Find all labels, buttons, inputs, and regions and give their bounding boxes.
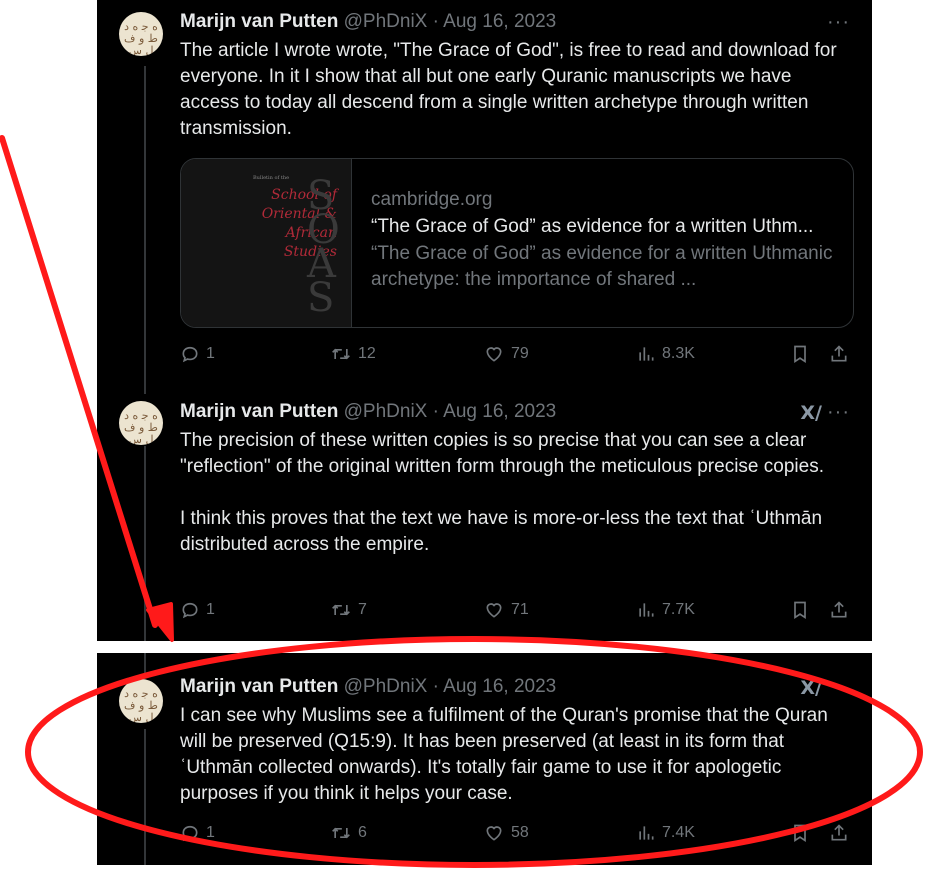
retweet-icon — [332, 348, 350, 360]
journal-bulletin-label: Bulletin of the — [253, 175, 290, 181]
card-domain: cambridge.org — [371, 189, 493, 210]
more-options-icon[interactable]: ··· — [827, 12, 850, 32]
views-button[interactable]: 7.4K — [636, 823, 695, 843]
tweet-3[interactable]: ﻩ ﺟ ﻩ ﺩ ﻁ ﻭ ﻑ ﻝ ﺱ Marijn van Putten @PhD… — [97, 653, 872, 865]
more-options-icon[interactable]: ··· — [827, 402, 850, 422]
thread-panel-top: ﻩ ﺟ ﻩ ﺩ ﻁ ﻭ ﻑ ﻝ ﺱ Marijn van Putten @PhD… — [97, 0, 872, 641]
action-bar: 1 6 58 7.4K — [180, 823, 850, 847]
views-button[interactable]: 7.7K — [636, 600, 695, 620]
like-count: 79 — [511, 345, 529, 362]
retweet-count: 6 — [358, 824, 367, 841]
card-thumbnail: Bulletin of the School of Oriental & Afr… — [181, 159, 352, 327]
bookmark-icon — [794, 345, 806, 364]
heart-icon — [486, 826, 502, 841]
author-name[interactable]: Marijn van Putten — [180, 11, 338, 32]
soas-logo: SOAS — [307, 173, 340, 321]
like-button[interactable]: 79 — [483, 344, 529, 364]
author-handle-date[interactable]: @PhDniX · Aug 16, 2023 — [344, 11, 557, 32]
views-count: 8.3K — [662, 345, 695, 362]
action-bar: 1 7 71 7.7K — [180, 600, 850, 624]
avatar[interactable]: ﻩ ﺟ ﻩ ﺩ ﻁ ﻭ ﻑ ﻝ ﺱ — [119, 12, 163, 56]
grok-icon[interactable]: X/ — [800, 403, 822, 423]
views-button[interactable]: 8.3K — [636, 344, 695, 364]
tweet-text: The article I wrote wrote, "The Grace of… — [180, 40, 842, 139]
share-button[interactable] — [829, 600, 849, 620]
reply-button[interactable]: 1 — [180, 344, 215, 364]
reply-icon — [182, 602, 198, 619]
reply-icon — [182, 825, 198, 842]
action-bar: 1 12 79 8.3K — [180, 344, 850, 368]
author-handle-date[interactable]: @PhDniX · Aug 16, 2023 — [344, 676, 557, 697]
tweet-text: I can see why Muslims see a fulfilment o… — [180, 705, 834, 804]
share-icon — [831, 601, 847, 618]
like-button[interactable]: 58 — [483, 823, 529, 843]
card-title: “The Grace of God” as evidence for a wri… — [371, 216, 814, 237]
card-text: cambridge.org “The Grace of God” as evid… — [371, 187, 841, 293]
author-handle-date[interactable]: @PhDniX · Aug 16, 2023 — [344, 401, 557, 422]
reply-button[interactable]: 1 — [180, 600, 215, 620]
bookmark-icon — [794, 824, 806, 843]
views-icon — [639, 826, 654, 840]
grok-icon[interactable]: X/ — [800, 678, 822, 698]
views-icon — [639, 347, 654, 361]
retweet-button[interactable]: 7 — [330, 600, 367, 620]
bookmark-button[interactable] — [790, 823, 810, 843]
retweet-button[interactable]: 12 — [330, 344, 376, 364]
heart-icon — [486, 603, 502, 618]
card-description: “The Grace of God” as evidence for a wri… — [371, 243, 833, 290]
share-icon — [831, 824, 847, 841]
share-button[interactable] — [829, 344, 849, 364]
retweet-count: 7 — [358, 601, 367, 618]
tweet-1[interactable]: ﻩ ﺟ ﻩ ﺩ ﻁ ﻭ ﻑ ﻝ ﺱ Marijn van Putten @PhD… — [97, 0, 872, 390]
share-button[interactable] — [829, 823, 849, 843]
bookmark-button[interactable] — [790, 344, 810, 364]
views-count: 7.4K — [662, 824, 695, 841]
views-count: 7.7K — [662, 601, 695, 618]
heart-icon — [486, 347, 502, 362]
like-count: 58 — [511, 824, 529, 841]
author-name[interactable]: Marijn van Putten — [180, 676, 338, 697]
reply-count: 1 — [206, 601, 215, 618]
bookmark-button[interactable] — [790, 600, 810, 620]
like-button[interactable]: 71 — [483, 600, 529, 620]
tweet-header: Marijn van Putten @PhDniX · Aug 16, 2023 — [180, 400, 556, 424]
like-count: 71 — [511, 601, 529, 618]
share-icon — [831, 345, 847, 362]
reply-count: 1 — [206, 345, 215, 362]
reply-icon — [182, 346, 198, 363]
tweet-text: The precision of these written copies is… — [180, 430, 824, 555]
reply-button[interactable]: 1 — [180, 823, 215, 843]
tweet-2[interactable]: ﻩ ﺟ ﻩ ﺩ ﻁ ﻭ ﻑ ﻝ ﺱ Marijn van Putten @PhD… — [97, 390, 872, 641]
author-name[interactable]: Marijn van Putten — [180, 401, 338, 422]
tweet-header: Marijn van Putten @PhDniX · Aug 16, 2023 — [180, 675, 556, 699]
retweet-icon — [332, 604, 350, 616]
retweet-button[interactable]: 6 — [330, 823, 367, 843]
bookmark-icon — [794, 601, 806, 620]
avatar[interactable]: ﻩ ﺟ ﻩ ﺩ ﻁ ﻭ ﻑ ﻝ ﺱ — [119, 679, 163, 723]
reply-count: 1 — [206, 824, 215, 841]
retweet-count: 12 — [358, 345, 376, 362]
thread-panel-bottom: ﻩ ﺟ ﻩ ﺩ ﻁ ﻭ ﻑ ﻝ ﺱ Marijn van Putten @PhD… — [97, 653, 872, 865]
tweet-header: Marijn van Putten @PhDniX · Aug 16, 2023 — [180, 10, 556, 34]
views-icon — [639, 603, 654, 617]
retweet-icon — [332, 827, 350, 839]
link-preview-card[interactable]: Bulletin of the School of Oriental & Afr… — [180, 158, 854, 328]
avatar[interactable]: ﻩ ﺟ ﻩ ﺩ ﻁ ﻭ ﻑ ﻝ ﺱ — [119, 401, 163, 445]
